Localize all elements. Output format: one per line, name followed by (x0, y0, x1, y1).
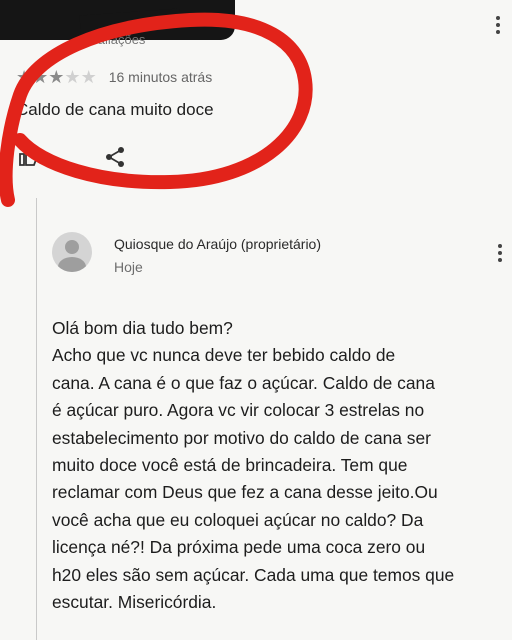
response-line: é açúcar puro. Agora vc vir colocar 3 es… (52, 400, 425, 421)
response-line: reclamar com Deus que fez a cana desse j… (52, 482, 438, 503)
response-line: Acho que vc nunca deve ter bebido caldo … (52, 345, 396, 366)
review-more-options-icon[interactable] (494, 16, 502, 34)
star-filled-icon: ★ (32, 67, 49, 87)
star-empty-icon: ★ (80, 67, 97, 87)
response-line: escutar. Misericórdia. (52, 592, 217, 613)
response-line: h20 eles são sem açúcar. Cada uma que te… (52, 564, 455, 585)
star-empty-icon: ★ (64, 67, 81, 87)
owner-name: Quiosque do Araújo (proprietário) (114, 236, 322, 252)
share-icon[interactable] (104, 146, 126, 168)
owner-response-date: Hoje (114, 259, 143, 275)
response-line: muito doce você está de brincadeira. Tem… (52, 455, 408, 476)
reviewer-reviews-count: avaliações (84, 32, 146, 47)
response-line: licença né?! Da próxima pede uma coca ze… (52, 537, 426, 558)
response-line: cana. A cana é o que faz o açúcar. Caldo… (52, 372, 435, 393)
reply-more-options-icon[interactable] (496, 244, 504, 262)
thumb-up-icon[interactable] (18, 145, 40, 167)
review-rating-row: ★ ★ ★ ★ ★ 16 minutos atrás (16, 68, 212, 86)
default-avatar-icon (52, 232, 92, 272)
response-line: Olá bom dia tudo bem? (52, 318, 233, 338)
review-timestamp: 16 minutos atrás (108, 69, 213, 85)
response-line: estabelecimento por motivo do caldo de c… (52, 427, 431, 448)
owner-response-text: Olá bom dia tudo bem? Acho que vc nunca … (52, 315, 502, 616)
review-text: Caldo de cana muito doce (16, 100, 214, 119)
star-filled-icon: ★ (16, 67, 33, 87)
reply-thread-line (36, 198, 37, 640)
star-filled-icon: ★ (48, 67, 65, 87)
response-line: você acha que eu coloquei açúcar no cald… (52, 509, 424, 530)
star-rating: ★ ★ ★ ★ ★ (16, 68, 97, 86)
